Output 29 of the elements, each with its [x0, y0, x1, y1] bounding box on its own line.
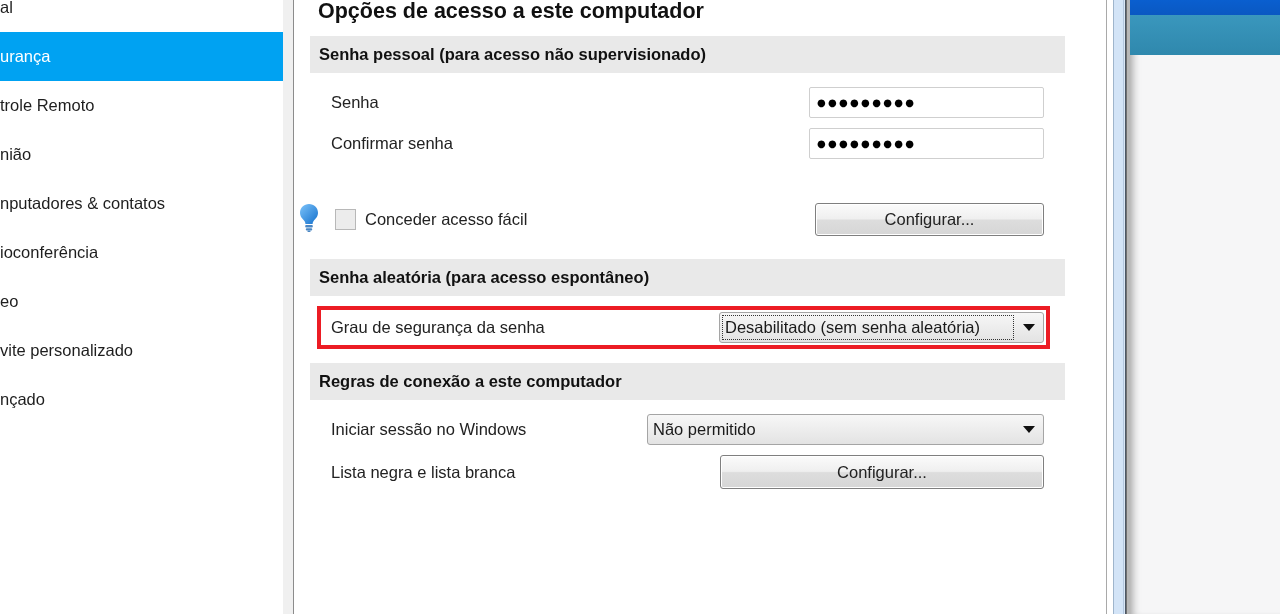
sidebar-item[interactable]: nião — [0, 130, 283, 179]
section-header: Regras de conexão a este computador — [310, 363, 1065, 400]
field-label: Grau de segurança da senha — [331, 318, 545, 337]
checkbox[interactable] — [335, 209, 356, 230]
section-header: Senha pessoal (para acesso não supervisionado) — [310, 36, 1065, 73]
field-label: Senha — [331, 93, 379, 112]
sidebar-item[interactable]: eo — [0, 277, 283, 326]
section-header: Senha aleatória (para acesso espontâneo) — [310, 259, 1065, 296]
sidebar-item[interactable]: al — [0, 0, 283, 32]
caret-icon — [1023, 324, 1035, 331]
dropdown[interactable]: Não permitido — [647, 414, 1044, 445]
sidebar-splitter[interactable] — [283, 0, 294, 614]
sidebar-item[interactable]: trole Remoto — [0, 81, 283, 130]
sidebar-item[interactable]: nçado — [0, 375, 283, 424]
password-field[interactable]: ●●●●●●●●● — [809, 128, 1044, 159]
field-label: Lista negra e lista branca — [331, 462, 516, 482]
panel-title: Opções de acesso a este computador — [318, 0, 704, 22]
sidebar-item[interactable]: vite personalizado — [0, 326, 283, 375]
field-label: Iniciar sessão no Windows — [331, 420, 527, 439]
configure-button[interactable]: Configurar... — [815, 203, 1044, 236]
sidebar-item[interactable]: nputadores & contatos — [0, 179, 283, 228]
field-label: Confirmar senha — [331, 134, 453, 153]
password-field[interactable]: ●●●●●●●●● — [809, 87, 1044, 118]
dropdown[interactable]: Desabilitado (sem senha aleatória) — [719, 312, 1044, 343]
caret-icon — [1023, 426, 1035, 433]
configure-button[interactable]: Configurar... — [720, 455, 1044, 489]
sidebar-item[interactable]: ioconferência — [0, 228, 283, 277]
checkbox-label[interactable]: Conceder acesso fácil — [365, 210, 528, 229]
lightbulb-icon — [300, 204, 318, 232]
